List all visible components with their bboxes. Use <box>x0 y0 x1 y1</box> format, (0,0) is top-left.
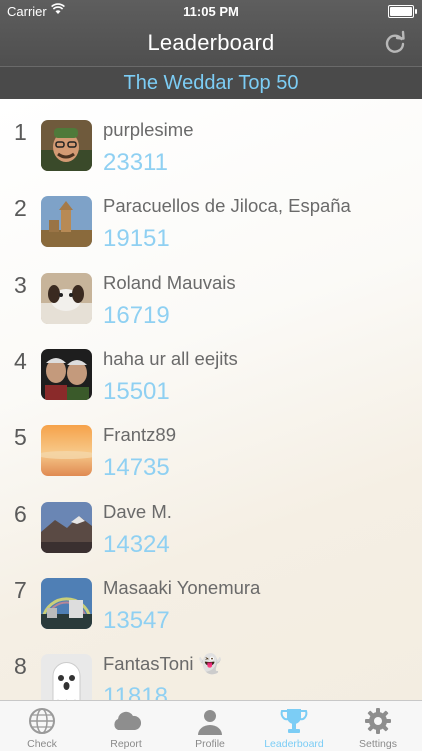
player-name: Frantz89 <box>103 424 177 445</box>
leaderboard-row[interactable]: 5 Frantz89 14735 <box>0 404 422 481</box>
globe-icon <box>27 706 57 736</box>
tab-label: Leaderboard <box>264 738 324 750</box>
avatar <box>41 425 92 476</box>
player-score: 16719 <box>103 302 170 329</box>
leaderboard-row[interactable]: 8 FantasToni 👻 11818 <box>0 633 422 700</box>
tab-profile[interactable]: Profile <box>168 701 252 751</box>
person-icon <box>195 706 225 736</box>
rank-number: 8 <box>14 653 27 679</box>
player-score: 11818 <box>103 683 168 700</box>
player-score: 14735 <box>103 454 170 481</box>
avatar <box>41 349 92 400</box>
tab-bar: Check Report Profile Leaderboard Setting… <box>0 700 422 751</box>
rank-number: 1 <box>14 119 27 145</box>
tab-label: Profile <box>195 738 225 750</box>
leaderboard-row[interactable]: 4 haha ur all eejits 15501 <box>0 328 422 405</box>
rank-number: 3 <box>14 272 27 298</box>
rank-number: 6 <box>14 501 27 527</box>
player-name: purplesime <box>103 119 194 140</box>
tab-leaderboard[interactable]: Leaderboard <box>252 701 336 751</box>
cloud-icon <box>111 706 142 736</box>
refresh-button[interactable] <box>382 29 408 55</box>
tab-label: Report <box>110 738 142 750</box>
leaderboard-row[interactable]: 7 Masaaki Yonemura 13547 <box>0 557 422 634</box>
status-bar: Carrier 11:05 PM <box>0 0 422 24</box>
tab-label: Settings <box>359 738 397 750</box>
rank-number: 2 <box>14 195 27 221</box>
rank-number: 5 <box>14 424 27 450</box>
player-name: Dave M. <box>103 501 172 522</box>
leaderboard-row[interactable]: 2 Paracuellos de Jiloca, España 19151 <box>0 175 422 252</box>
avatar <box>41 273 92 324</box>
player-name: Masaaki Yonemura <box>103 577 261 598</box>
rank-number: 7 <box>14 577 27 603</box>
avatar <box>41 120 92 171</box>
leaderboard-list[interactable]: 1 purplesime 23311 2 Paracuellos de Jilo… <box>0 99 422 700</box>
player-name: Paracuellos de Jiloca, España <box>103 195 351 216</box>
player-score: 15501 <box>103 378 170 405</box>
leaderboard-row[interactable]: 3 Roland Mauvais 16719 <box>0 252 422 329</box>
leaderboard-banner: The Weddar Top 50 <box>0 66 422 100</box>
header: Carrier 11:05 PM Leaderboard <box>0 0 422 66</box>
trophy-icon <box>279 706 309 736</box>
avatar <box>41 196 92 247</box>
player-name: FantasToni 👻 <box>103 653 222 674</box>
tab-check[interactable]: Check <box>0 701 84 751</box>
player-name: haha ur all eejits <box>103 348 238 369</box>
player-name: Roland Mauvais <box>103 272 236 293</box>
rank-number: 4 <box>14 348 27 374</box>
battery-icon <box>388 5 417 18</box>
player-score: 19151 <box>103 225 170 252</box>
tab-settings[interactable]: Settings <box>336 701 420 751</box>
tab-label: Check <box>27 738 57 750</box>
avatar <box>41 502 92 553</box>
gear-icon <box>363 706 393 736</box>
refresh-icon <box>385 30 405 53</box>
leaderboard-row[interactable]: 6 Dave M. 14324 <box>0 481 422 558</box>
player-score: 14324 <box>103 531 170 558</box>
status-time: 11:05 PM <box>183 4 239 19</box>
player-score: 23311 <box>103 149 168 176</box>
leaderboard-row[interactable]: 1 purplesime 23311 <box>0 99 422 176</box>
player-score: 13547 <box>103 607 170 634</box>
avatar <box>41 654 92 700</box>
tab-report[interactable]: Report <box>84 701 168 751</box>
avatar <box>41 578 92 629</box>
page-title: Leaderboard <box>147 30 275 55</box>
